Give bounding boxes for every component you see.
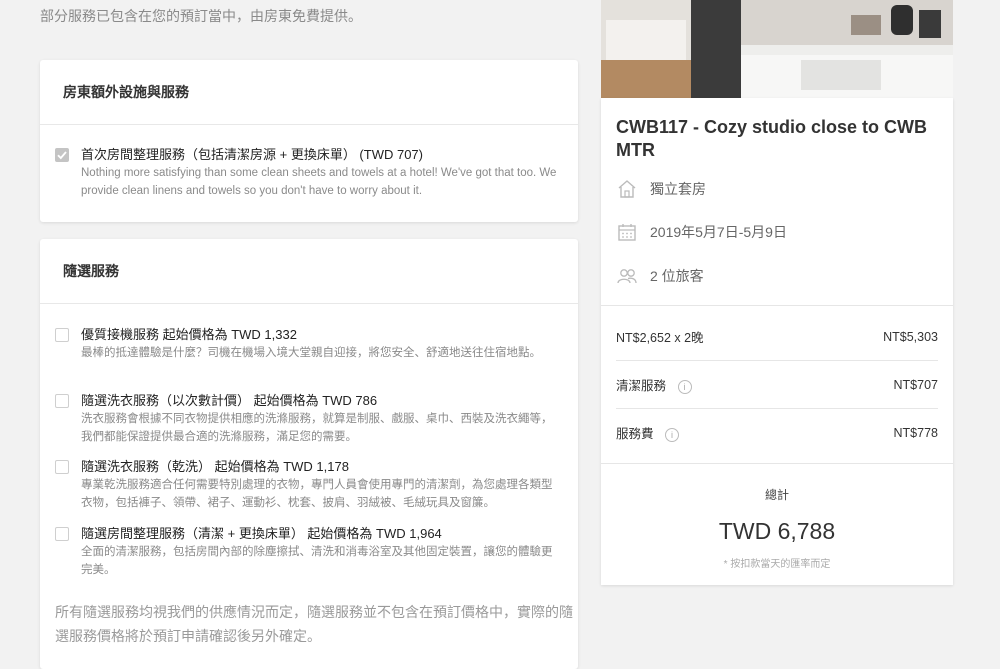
price-row-nights: NT$2,652 x 2晚 NT$5,303 — [616, 327, 938, 346]
optional-service-title: 隨選洗衣服務（以次數計價） 起始價格為 TWD 786 — [81, 393, 378, 408]
optional-service-checkbox[interactable] — [55, 460, 69, 474]
home-icon — [618, 180, 636, 198]
optional-services-note: 所有隨選服務均視我們的供應情況而定，隨選服務並不包含在預訂價格中，實際的隨選服務… — [55, 604, 573, 644]
host-services-heading: 房東額外設施與服務 — [40, 60, 578, 125]
booking-summary-card: CWB117 - Cozy studio close to CWB MTR 獨立… — [601, 98, 953, 585]
host-service-title: 首次房間整理服務（包括清潔房源 + 更換床單） (TWD 707) — [81, 147, 423, 162]
total-label: 總計 — [764, 488, 789, 502]
optional-service-title: 隨選房間整理服務（清潔 + 更換床單） 起始價格為 TWD 1,964 — [81, 526, 442, 541]
price-value: NT$5,303 — [883, 329, 938, 344]
optional-service-desc: 全面的清潔服務，包括房間內部的除塵擦拭、清洗和消毒浴室及其他固定裝置，讓您的體驗… — [81, 546, 553, 576]
guest-count: 2 位旅客 — [650, 268, 704, 284]
optional-service-option[interactable]: 優質接機服務 起始價格為 TWD 1,332 最棒的抵達體驗是什麼？司機在機場入… — [55, 326, 562, 362]
optional-service-title: 隨選洗衣服務（乾洗） 起始價格為 TWD 1,178 — [81, 459, 349, 474]
listing-title[interactable]: CWB117 - Cozy studio close to CWB MTR — [616, 116, 936, 162]
price-value: NT$778 — [893, 425, 938, 440]
listing-photo[interactable] — [601, 0, 953, 98]
price-label: 清潔服務 — [616, 379, 667, 393]
guests-icon — [617, 269, 637, 284]
optional-service-option[interactable]: 隨選洗衣服務（以次數計價） 起始價格為 TWD 786 洗衣服務會根據不同衣物提… — [55, 392, 562, 446]
price-row-cleaning: 清潔服務 i NT$707 — [616, 375, 938, 394]
info-icon[interactable]: i — [665, 427, 679, 442]
intro-text: 部分服務已包含在您的預訂當中，由房東免費提供。 — [40, 8, 362, 24]
stay-dates: 2019年5月7日-5月9日 — [650, 224, 787, 240]
listing-photo-image — [601, 0, 953, 98]
price-label: 服務費 — [616, 427, 654, 441]
total-value: TWD 6,788 — [718, 518, 836, 544]
total-note: * 按扣款當天的匯率而定 — [723, 559, 831, 570]
price-label: NT$2,652 x 2晚 — [616, 331, 704, 345]
room-type-row: 獨立套房 — [616, 178, 706, 200]
price-row-service-fee: 服務費 i NT$778 — [616, 423, 938, 442]
price-value: NT$707 — [893, 377, 938, 392]
checkmark-icon — [57, 151, 67, 160]
host-service-checkbox[interactable] — [55, 148, 69, 162]
host-service-desc: Nothing more satisfying than some clean … — [81, 167, 557, 197]
optional-service-checkbox[interactable] — [55, 328, 69, 342]
total-divider — [601, 463, 953, 464]
optional-service-desc: 專業乾洗服務適合任何需要特別處理的衣物，專門人員會使用專門的清潔劑，為您處理各類… — [81, 479, 553, 509]
host-services-card: 房東額外設施與服務 首次房間整理服務（包括清潔房源 + 更換床單） (TWD 7… — [40, 60, 578, 222]
guests-row: 2 位旅客 — [616, 265, 704, 287]
optional-service-desc: 洗衣服務會根據不同衣物提供相應的洗滌服務，就算是制服、戲服、桌巾、西裝及洗衣繩等… — [81, 413, 553, 443]
price-divider — [616, 408, 938, 409]
optional-service-title: 優質接機服務 起始價格為 TWD 1,332 — [81, 327, 297, 342]
host-service-option[interactable]: 首次房間整理服務（包括清潔房源 + 更換床單） (TWD 707) Nothin… — [55, 146, 562, 200]
price-divider — [616, 360, 938, 361]
info-icon[interactable]: i — [677, 379, 692, 394]
optional-service-checkbox[interactable] — [55, 394, 69, 408]
calendar-icon — [618, 224, 636, 241]
optional-service-option[interactable]: 隨選洗衣服務（乾洗） 起始價格為 TWD 1,178 專業乾洗服務適合任何需要特… — [55, 458, 562, 512]
room-type: 獨立套房 — [650, 181, 706, 197]
dates-row: 2019年5月7日-5月9日 — [616, 221, 787, 243]
summary-divider — [601, 305, 953, 306]
optional-service-desc: 最棒的抵達體驗是什麼？司機在機場入境大堂親自迎接，將您安全、舒適地送往住宿地點。 — [81, 347, 541, 359]
optional-services-heading: 隨選服務 — [40, 239, 578, 304]
optional-service-option[interactable]: 隨選房間整理服務（清潔 + 更換床單） 起始價格為 TWD 1,964 全面的清… — [55, 525, 562, 579]
optional-service-checkbox[interactable] — [55, 527, 69, 541]
